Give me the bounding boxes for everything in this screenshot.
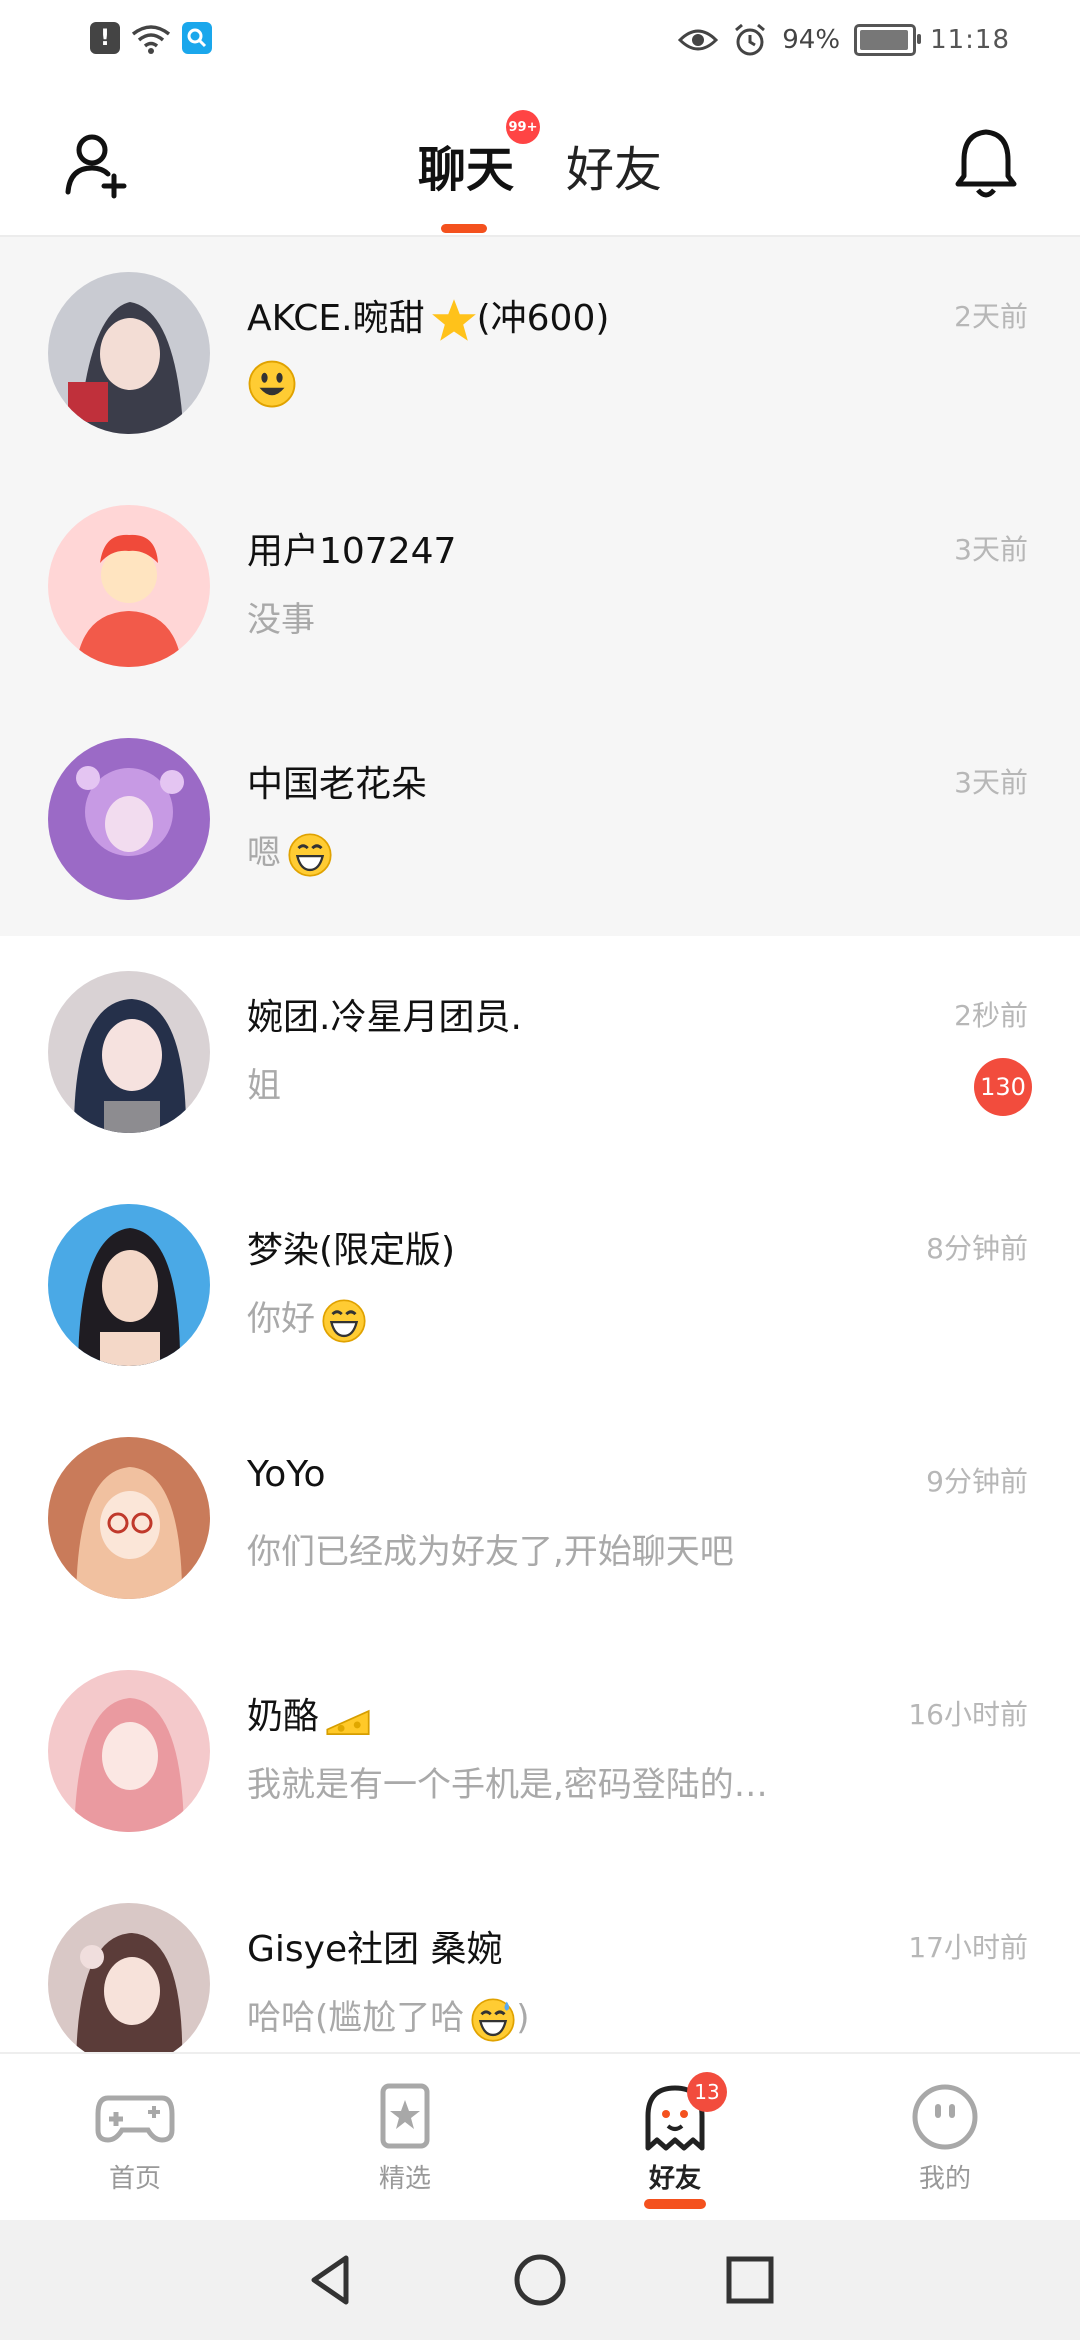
alert-icon: ! xyxy=(90,22,120,54)
avatar xyxy=(48,1437,210,1599)
chat-row[interactable]: 中国老花朵 嗯 3天前 xyxy=(0,703,1080,936)
alarm-icon xyxy=(735,23,766,56)
chat-time: 16小时前 xyxy=(908,1698,1028,1731)
chat-row[interactable]: 梦染(限定版) 你好 8分钟前 xyxy=(0,1169,1080,1402)
star-bookmark-icon xyxy=(380,2083,430,2149)
cheese-emoji-icon xyxy=(326,1709,370,1735)
chat-time: 3天前 xyxy=(954,533,1028,566)
nav-me[interactable]: 我的 xyxy=(810,2054,1080,2222)
chat-preview: 没事 xyxy=(247,600,315,640)
chat-row[interactable]: 奶酪 我就是有一个手机是,密码登陆的… 16小时前 xyxy=(0,1635,1080,1868)
top-tabs: 聊天 99+ 好友 xyxy=(0,110,1080,200)
nav-friends[interactable]: 13 好友 xyxy=(540,2054,810,2222)
tab-chat[interactable]: 聊天 99+ xyxy=(417,110,540,200)
bottom-nav: 首页 精选 13 好友 我的 xyxy=(0,2052,1080,2222)
battery-percent: 94% xyxy=(782,25,841,55)
tab-friends-label: 好友 xyxy=(566,142,663,198)
bell-icon[interactable] xyxy=(952,126,1020,200)
chat-name-text: AKCE.晼甜 xyxy=(247,298,425,339)
eye-icon xyxy=(678,29,719,51)
chat-preview xyxy=(247,359,297,409)
nav-home-label: 首页 xyxy=(108,2164,161,2194)
chat-preview: 你好 xyxy=(247,1291,367,1344)
chat-preview-text: 哈哈(尴尬了哈 xyxy=(247,1998,465,2038)
avatar xyxy=(48,1204,210,1366)
chat-row[interactable]: 用户107247 没事 3天前 xyxy=(0,470,1080,703)
chat-preview: 你们已经成为好友了,开始聊天吧 xyxy=(247,1532,734,1572)
chat-row[interactable]: 婉团.冷星月团员. 姐 2秒前 130 xyxy=(0,936,1080,1169)
chat-name: 用户107247 xyxy=(247,531,457,572)
chat-preview-text: 你好 xyxy=(247,1299,315,1339)
face-icon xyxy=(912,2084,978,2150)
active-nav-indicator xyxy=(644,2199,706,2209)
tab-chat-label: 聊天 xyxy=(417,142,514,198)
avatar xyxy=(48,1903,210,2052)
chat-row[interactable]: AKCE.晼甜 (冲600) 2天前 xyxy=(0,237,1080,470)
system-nav-bar xyxy=(0,2220,1080,2340)
smiley-emoji-icon xyxy=(248,360,296,408)
home-icon[interactable] xyxy=(510,2250,570,2310)
chat-badge: 99+ xyxy=(506,110,540,144)
grin-emoji-icon xyxy=(288,832,332,877)
chat-list: AKCE.晼甜 (冲600) 2天前 用户107247 没事 3天前 中国老花朵 … xyxy=(0,237,1080,2052)
chat-name-text: 奶酪 xyxy=(247,1696,320,1737)
star-emoji-icon xyxy=(431,299,476,341)
chat-name: Gisye社团 桑婉 xyxy=(247,1929,503,1970)
back-icon[interactable] xyxy=(300,2250,360,2310)
nav-featured[interactable]: 精选 xyxy=(270,2054,540,2222)
chat-name: 中国老花朵 xyxy=(247,764,428,805)
chat-preview-suffix: ) xyxy=(516,1998,530,2038)
clock: 11:18 xyxy=(930,25,1010,55)
chat-preview-text: 嗯 xyxy=(247,833,281,873)
chat-row[interactable]: Gisye社团 桑婉 哈哈(尴尬了哈) 17小时前 xyxy=(0,1868,1080,2052)
chat-time: 8分钟前 xyxy=(926,1232,1028,1265)
tab-friends[interactable]: 好友 xyxy=(566,130,662,200)
nav-home[interactable]: 首页 xyxy=(0,2054,270,2222)
chat-preview: 姐 xyxy=(247,1066,281,1106)
wifi-icon xyxy=(131,25,171,54)
active-tab-indicator xyxy=(441,224,487,233)
chat-preview: 嗯 xyxy=(247,825,333,878)
chat-time: 17小时前 xyxy=(908,1931,1028,1964)
status-icons-left: ! xyxy=(90,22,212,54)
chat-time: 3天前 xyxy=(954,766,1028,799)
gamepad-icon xyxy=(95,2095,175,2143)
top-header: 聊天 99+ 好友 xyxy=(0,90,1080,237)
status-bar: ! 94% 11:18 xyxy=(0,0,1080,90)
battery-icon xyxy=(854,24,922,56)
chat-preview: 我就是有一个手机是,密码登陆的… xyxy=(247,1765,768,1805)
chat-name-suffix: (冲600) xyxy=(476,298,610,339)
avatar xyxy=(48,505,210,667)
chat-name: YoYo xyxy=(247,1454,326,1495)
sweat-smile-emoji-icon xyxy=(471,1997,515,2042)
avatar xyxy=(48,1670,210,1832)
nav-friends-label: 好友 xyxy=(648,2164,701,2194)
avatar xyxy=(48,272,210,434)
chat-row[interactable]: YoYo 你们已经成为好友了,开始聊天吧 9分钟前 xyxy=(0,1402,1080,1635)
avatar xyxy=(48,971,210,1133)
recents-icon[interactable] xyxy=(720,2250,780,2310)
chat-time: 9分钟前 xyxy=(926,1465,1028,1498)
chat-name: 婉团.冷星月团员. xyxy=(247,997,522,1038)
avatar xyxy=(48,738,210,900)
chat-name: 梦染(限定版) xyxy=(247,1230,456,1271)
nav-featured-label: 精选 xyxy=(378,2164,431,2194)
chat-time: 2天前 xyxy=(954,300,1028,333)
unread-badge: 130 xyxy=(974,1058,1032,1116)
nav-me-label: 我的 xyxy=(918,2164,971,2194)
friends-badge: 13 xyxy=(687,2072,727,2112)
status-icons-right: 94% 11:18 xyxy=(678,22,1010,58)
chat-name: AKCE.晼甜 (冲600) xyxy=(247,289,609,343)
chat-name: 奶酪 xyxy=(247,1687,371,1741)
chat-time: 2秒前 xyxy=(954,999,1028,1032)
grin-emoji-icon xyxy=(322,1298,366,1343)
chat-preview: 哈哈(尴尬了哈) xyxy=(247,1990,530,2043)
search-app-icon xyxy=(182,22,212,54)
